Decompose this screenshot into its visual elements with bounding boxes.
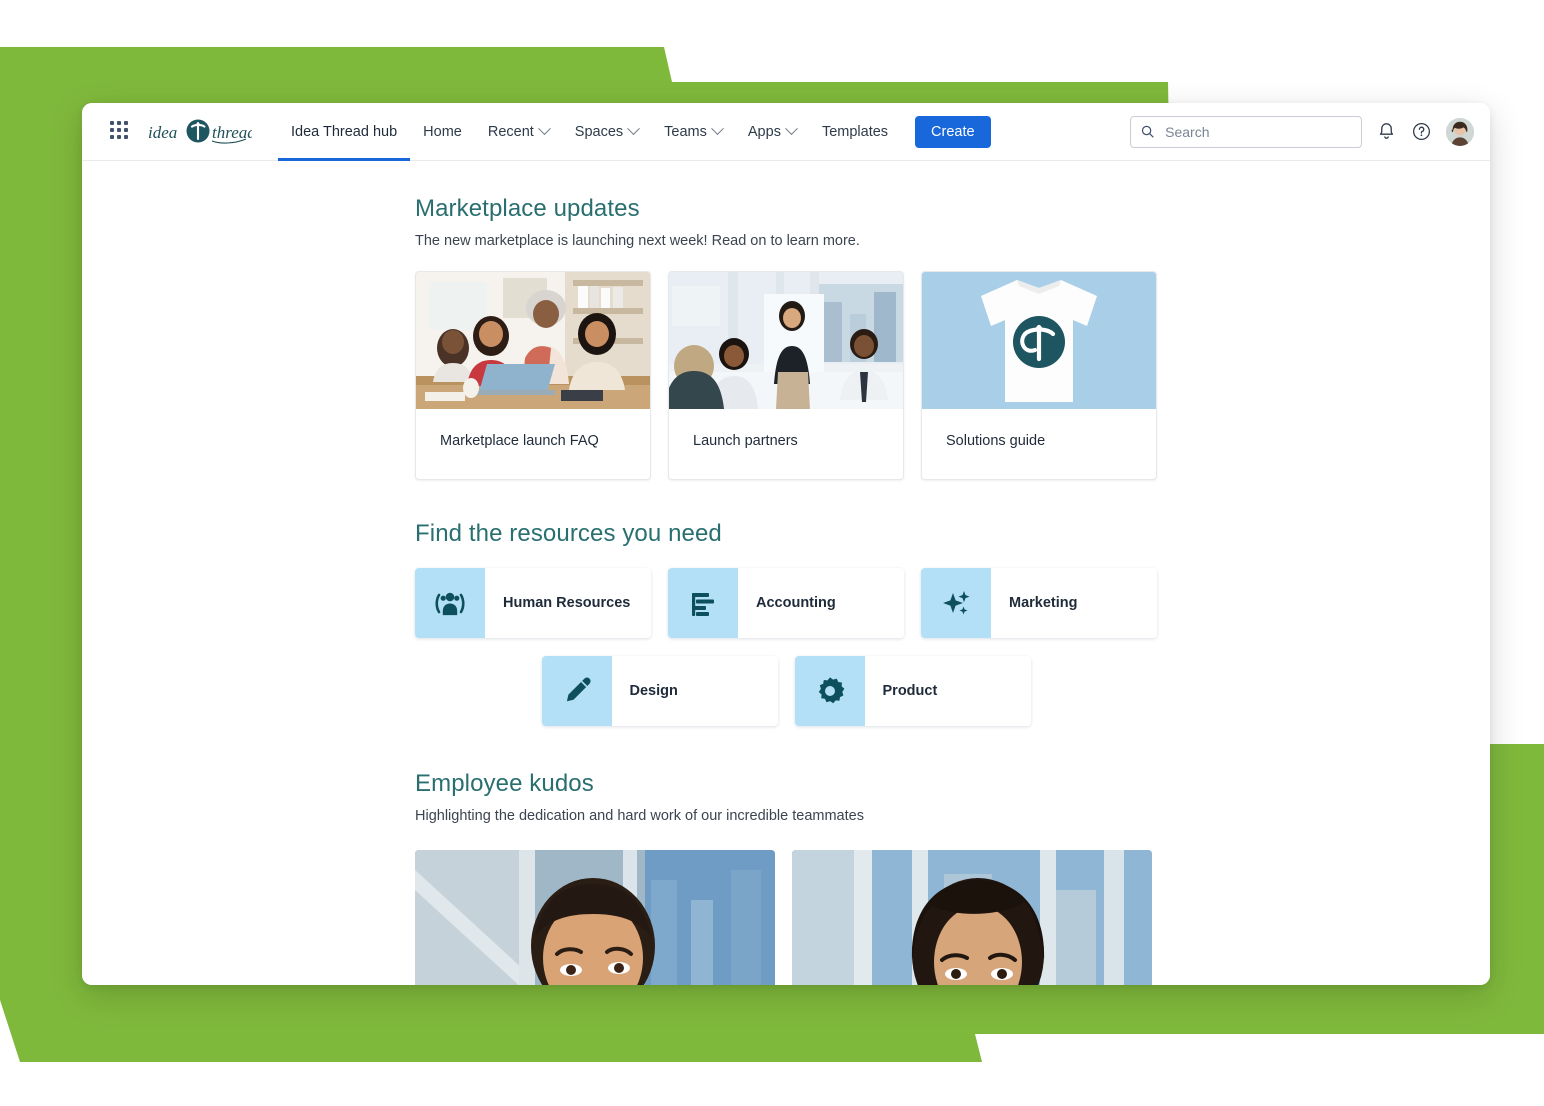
resource-tile-icon	[921, 568, 991, 638]
people-group-icon	[435, 592, 465, 616]
app-window: idea thread Idea Thread hub Home Recent	[82, 103, 1490, 985]
photo-smiling-man-rooftop	[415, 850, 775, 985]
chevron-down-icon	[711, 122, 724, 136]
marketplace-card-row: Marketplace launch FAQ Launch partners S…	[415, 271, 1157, 480]
resource-tile-accounting[interactable]: Accounting	[668, 568, 904, 638]
search-icon	[1141, 125, 1154, 138]
search-box[interactable]	[1130, 115, 1362, 148]
chevron-down-icon	[785, 122, 798, 136]
nav-link-label: Idea Thread hub	[291, 123, 398, 140]
marketplace-card-image	[669, 272, 903, 409]
resource-tile-design[interactable]: Design	[541, 656, 778, 726]
kudos-card-2[interactable]	[792, 850, 1152, 985]
brand-logo[interactable]: idea thread	[148, 117, 252, 147]
resource-tile-label: Accounting	[738, 568, 904, 638]
page-body: Marketplace updates The new marketplace …	[82, 161, 1490, 985]
bar-list-icon	[692, 593, 714, 616]
top-navigation-bar: idea thread Idea Thread hub Home Recent	[82, 103, 1490, 161]
nav-link-idea-thread-hub[interactable]: Idea Thread hub	[278, 103, 411, 161]
nav-link-recent[interactable]: Recent	[475, 103, 562, 161]
nav-link-label: Apps	[747, 123, 781, 140]
app-switcher-grid-icon[interactable]	[110, 120, 132, 143]
kudos-card-row	[415, 850, 1157, 985]
chevron-down-icon	[627, 122, 641, 136]
photo-smiling-woman-rooftop	[792, 850, 1152, 985]
resource-row-1: Human Resources Accounting Marketing	[415, 568, 1157, 638]
chevron-down-icon	[537, 122, 551, 136]
pencil-icon	[566, 677, 591, 702]
marketplace-card-image	[416, 272, 650, 409]
bell-icon	[1379, 123, 1394, 139]
nav-link-label: Home	[423, 123, 462, 140]
photo-white-tshirt-with-logo	[922, 272, 1156, 409]
resource-tile-label: Product	[864, 656, 1031, 726]
nav-link-home[interactable]: Home	[410, 103, 475, 161]
resource-tile-icon	[668, 568, 738, 638]
resource-tile-product[interactable]: Product	[794, 656, 1031, 726]
marketplace-card-label: Launch partners	[693, 433, 798, 449]
search-input[interactable]	[1163, 122, 1351, 141]
photo-three-women-at-laptop	[416, 272, 650, 409]
marketplace-card-faq[interactable]: Marketplace launch FAQ	[415, 271, 651, 480]
svg-text:idea: idea	[148, 123, 177, 142]
gear-icon	[818, 677, 844, 704]
resource-tile-label: Design	[611, 656, 778, 726]
nav-link-label: Teams	[664, 123, 707, 140]
idea-thread-logo-icon: idea thread	[148, 119, 252, 144]
resource-tile-icon	[541, 656, 612, 726]
section-title-employee-kudos: Employee kudos	[415, 770, 594, 797]
resource-tile-marketing[interactable]: Marketing	[921, 568, 1157, 638]
marketplace-card-label: Marketplace launch FAQ	[440, 433, 599, 449]
page-content: Marketplace updates The new marketplace …	[415, 161, 1157, 985]
nav-right-cluster	[1130, 115, 1474, 148]
avatar[interactable]	[1446, 117, 1474, 146]
resource-tile-icon	[794, 656, 865, 726]
notifications-button[interactable]	[1376, 121, 1397, 142]
nav-link-spaces[interactable]: Spaces	[562, 103, 651, 161]
resource-tile-icon	[415, 568, 485, 638]
marketplace-card-solutions-guide[interactable]: Solutions guide	[921, 271, 1157, 480]
help-button[interactable]	[1411, 121, 1432, 142]
kudos-card-1[interactable]	[415, 850, 775, 985]
photo-team-meeting-office	[669, 272, 903, 409]
section-title-resources: Find the resources you need	[415, 520, 722, 547]
marketplace-card-label: Solutions guide	[946, 433, 1046, 449]
user-avatar-image	[1446, 117, 1474, 146]
question-circle-icon	[1412, 122, 1431, 141]
primary-nav-links: Idea Thread hub Home Recent Spaces Teams…	[278, 103, 901, 161]
nav-link-templates[interactable]: Templates	[809, 103, 901, 161]
nav-link-apps[interactable]: Apps	[735, 103, 809, 161]
section-subtitle-employee-kudos: Highlighting the dedication and hard wor…	[415, 808, 864, 824]
resource-tile-human-resources[interactable]: Human Resources	[415, 568, 651, 638]
nav-link-label: Spaces	[574, 123, 624, 140]
resource-tile-label: Marketing	[991, 568, 1157, 638]
nav-link-label: Recent	[487, 123, 534, 140]
section-title-marketplace-updates: Marketplace updates	[415, 195, 640, 222]
nav-link-teams[interactable]: Teams	[651, 103, 735, 161]
create-button[interactable]: Create	[915, 115, 991, 148]
section-subtitle-marketplace-updates: The new marketplace is launching next we…	[415, 233, 860, 249]
nav-link-label: Templates	[821, 123, 889, 140]
resource-row-2: Design Product	[415, 656, 1157, 726]
sparkle-icon	[943, 591, 970, 615]
resource-tile-label: Human Resources	[485, 568, 651, 638]
marketplace-card-launch-partners[interactable]: Launch partners	[668, 271, 904, 480]
marketplace-card-image	[922, 272, 1156, 409]
